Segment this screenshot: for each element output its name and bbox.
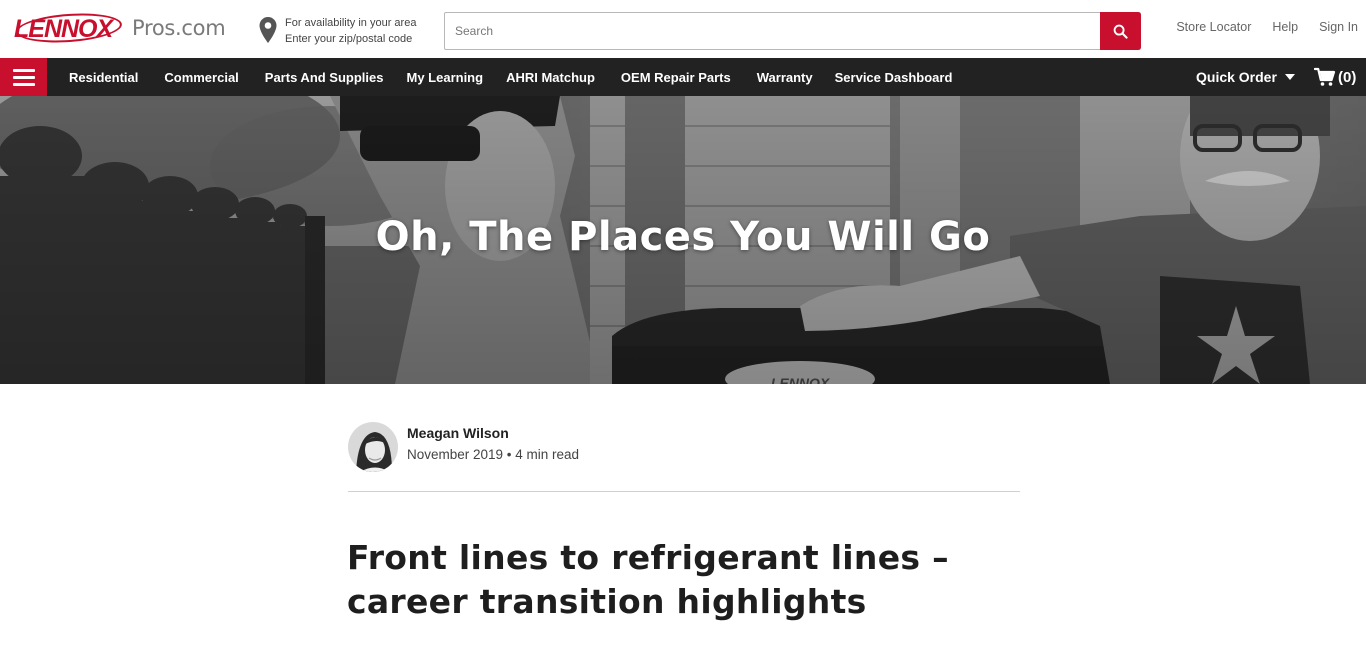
nav-item-residential[interactable]: Residential — [69, 70, 138, 85]
site-logo[interactable]: LENNOX Pros.com — [14, 10, 226, 46]
caret-down-icon — [1284, 74, 1295, 80]
hamburger-icon — [12, 68, 35, 72]
help-link[interactable]: Help — [1272, 20, 1298, 34]
location-selector[interactable]: For availability in your area Enter your… — [258, 15, 416, 47]
divider — [348, 491, 1020, 492]
store-locator-link[interactable]: Store Locator — [1176, 20, 1251, 34]
nav-item-service-dashboard[interactable]: Service Dashboard — [835, 70, 953, 85]
cart-icon — [1314, 67, 1336, 86]
nav-item-my-learning[interactable]: My Learning — [407, 70, 484, 85]
search-icon — [1113, 24, 1128, 39]
nav-item-oem-repair-parts[interactable]: OEM Repair Parts — [621, 70, 731, 85]
quick-order-dropdown[interactable]: Quick Order — [1196, 58, 1295, 96]
search-button[interactable] — [1100, 12, 1141, 50]
location-zip-prompt[interactable]: Enter your zip/postal code — [285, 31, 416, 47]
article-title: Front lines to refrigerant lines – caree… — [347, 538, 949, 621]
avatar[interactable] — [348, 422, 398, 472]
map-pin-icon — [259, 17, 277, 43]
lennox-logo: LENNOX — [14, 10, 123, 46]
logo-wordmark: LENNOX — [14, 15, 113, 43]
cart-count: (0) — [1338, 68, 1357, 86]
quick-order-label: Quick Order — [1196, 69, 1277, 85]
utility-links: Store Locator Help Sign In — [1176, 20, 1358, 34]
nav-item-ahri-matchup[interactable]: AHRI Matchup — [506, 70, 595, 85]
site-name: Pros.com — [132, 16, 226, 40]
main-nav: Residential Commercial Parts And Supplie… — [0, 58, 1366, 96]
author-name[interactable]: Meagan Wilson — [407, 423, 579, 443]
nav-item-commercial[interactable]: Commercial — [164, 70, 238, 85]
location-prompt: For availability in your area — [285, 17, 417, 29]
hero-title: Oh, The Places You Will Go — [375, 214, 991, 260]
nav-item-parts-and-supplies[interactable]: Parts And Supplies — [265, 70, 384, 85]
top-header: LENNOX Pros.com For availability in your… — [0, 0, 1366, 58]
author-byline: Meagan Wilson November 2019 • 4 min read — [348, 422, 579, 472]
hero-banner: LENNOX Oh, The Places You Will Go — [0, 96, 1366, 384]
menu-button[interactable] — [0, 58, 47, 96]
article-meta: November 2019 • 4 min read — [407, 446, 580, 462]
cart-button[interactable]: (0) — [1314, 58, 1356, 96]
search-input[interactable] — [445, 13, 1101, 49]
search-bar — [444, 12, 1141, 50]
nav-item-warranty[interactable]: Warranty — [757, 70, 813, 85]
sign-in-link[interactable]: Sign In — [1319, 20, 1358, 34]
author-photo — [348, 422, 398, 472]
nav-items: Residential Commercial Parts And Supplie… — [69, 58, 978, 96]
